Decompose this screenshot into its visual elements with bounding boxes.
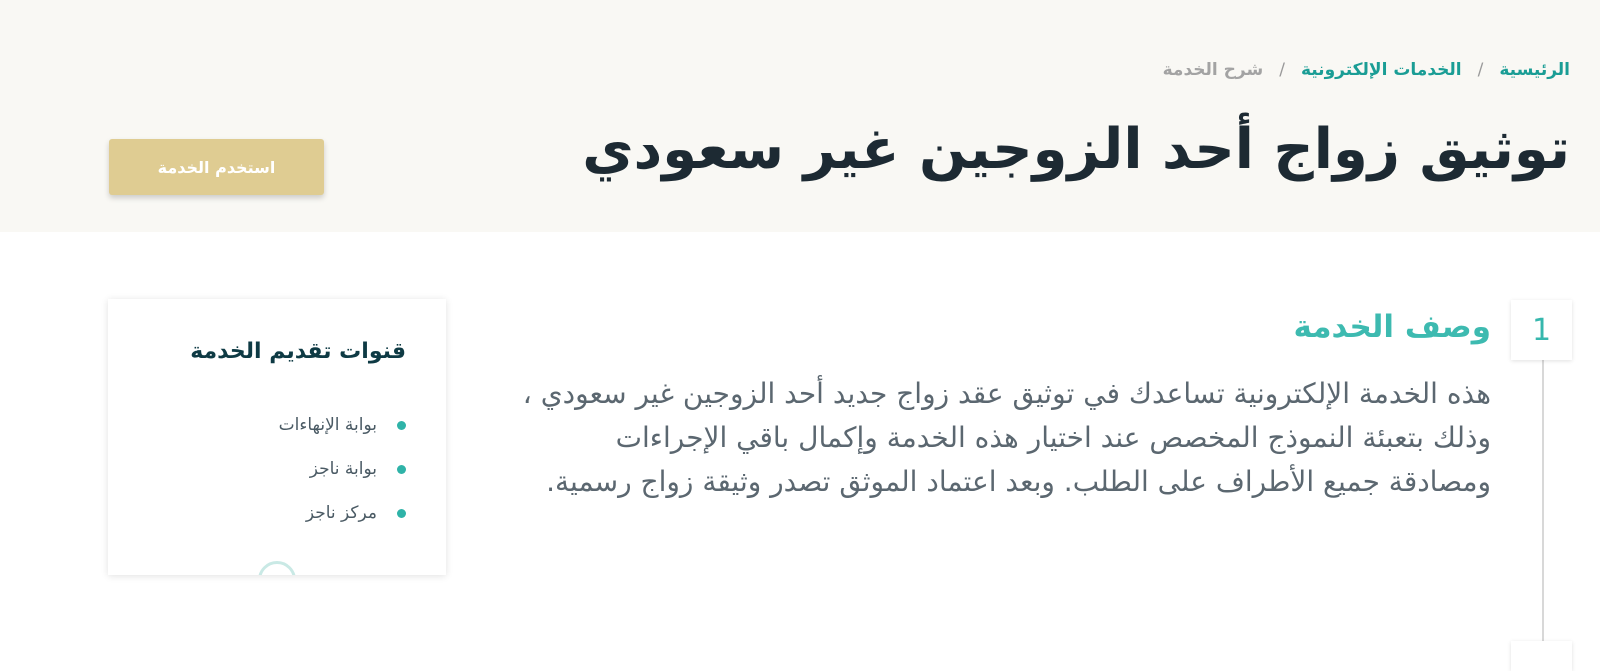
service-description-heading: وصف الخدمة <box>1293 309 1491 345</box>
timeline-line <box>1542 357 1544 657</box>
page-header: الرئيسية / الخدمات الإلكترونية / شرح الخ… <box>0 0 1600 232</box>
breadcrumb-home-link[interactable]: الرئيسية <box>1499 60 1570 80</box>
channel-item-label: مركز ناجز <box>305 503 377 523</box>
channel-item[interactable]: مركز ناجز <box>279 491 406 535</box>
use-service-button[interactable]: استخدم الخدمة <box>109 139 324 195</box>
step-number-badge: 1 <box>1511 300 1572 360</box>
breadcrumb-separator: / <box>1279 60 1285 80</box>
channel-item-label: بوابة الإنهاءات <box>278 415 377 435</box>
bullet-dot-icon <box>397 420 406 430</box>
service-description-text: هذه الخدمة الإلكترونية تساعدك في توثيق ع… <box>522 377 1491 498</box>
breadcrumb-current: شرح الخدمة <box>1162 60 1264 80</box>
decorative-circle-icon <box>258 561 296 575</box>
breadcrumb-eservices-link[interactable]: الخدمات الإلكترونية <box>1301 60 1462 80</box>
channel-item[interactable]: بوابة ناجز <box>279 447 406 491</box>
channels-title: قنوات تقديم الخدمة <box>190 339 406 364</box>
page-title: توثيق زواج أحد الزوجين غير سعودي <box>582 117 1570 182</box>
breadcrumb: الرئيسية / الخدمات الإلكترونية / شرح الخ… <box>1163 60 1570 80</box>
channel-item-label: بوابة ناجز <box>309 459 377 479</box>
channel-item[interactable]: بوابة الإنهاءات <box>279 403 406 447</box>
breadcrumb-separator: / <box>1477 60 1484 80</box>
channels-list: بوابة الإنهاءات بوابة ناجز مركز ناجز <box>279 403 406 535</box>
service-channels-card: قنوات تقديم الخدمة بوابة الإنهاءات بوابة… <box>108 299 446 575</box>
next-step-badge <box>1511 641 1572 671</box>
bullet-dot-icon <box>397 464 406 474</box>
bullet-dot-icon <box>397 508 406 518</box>
